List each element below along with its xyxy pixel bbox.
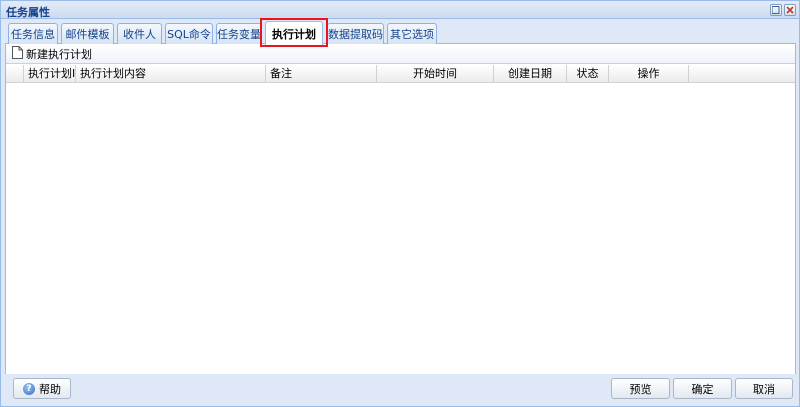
help-button[interactable]: ? 帮助 — [13, 378, 71, 399]
column-created-date[interactable]: 创建日期 — [494, 65, 567, 83]
dialog-footer: ? 帮助 预览 确定 取消 — [5, 374, 796, 404]
tab-data-extract-code[interactable]: 数据提取码 — [327, 23, 384, 44]
column-plan-content[interactable]: 执行计划内容 — [76, 65, 266, 83]
new-plan-button[interactable]: 新建执行计划 — [12, 46, 92, 62]
column-plan-id[interactable]: 执行计划ID — [24, 65, 76, 83]
row-number-column — [6, 65, 24, 83]
tab-task-variables[interactable]: 任务变量 — [216, 23, 262, 44]
tab-recipients[interactable]: 收件人 — [117, 23, 162, 44]
tab-sql-command[interactable]: SQL命令 — [165, 23, 213, 44]
tab-mail-template[interactable]: 邮件模板 — [61, 23, 114, 44]
grid-body — [6, 84, 795, 374]
tab-other-options[interactable]: 其它选项 — [387, 23, 437, 44]
column-actions[interactable]: 操作 — [609, 65, 689, 83]
grid-header: 执行计划ID 执行计划内容 备注 开始时间 创建日期 状态 操作 — [6, 65, 795, 83]
window-titlebar[interactable]: 任务属性 — [1, 1, 799, 19]
help-icon: ? — [23, 382, 35, 395]
execution-plan-panel: 新建执行计划 执行计划ID 执行计划内容 备注 开始时间 创建日期 状态 操作 — [5, 44, 796, 374]
task-properties-window: 任务属性 任务信息 邮件模板 收件人 SQL命令 任务变量 执行计划 数据提取码… — [0, 0, 800, 407]
column-status[interactable]: 状态 — [567, 65, 609, 83]
ok-button[interactable]: 确定 — [673, 378, 732, 399]
tab-strip: 任务信息 邮件模板 收件人 SQL命令 任务变量 执行计划 数据提取码 其它选项 — [5, 20, 796, 45]
new-document-icon — [12, 46, 23, 62]
minimize-icon[interactable] — [770, 4, 782, 16]
panel-toolbar: 新建执行计划 — [6, 44, 795, 64]
cancel-button[interactable]: 取消 — [735, 378, 793, 399]
tab-task-info[interactable]: 任务信息 — [8, 23, 58, 44]
new-plan-label: 新建执行计划 — [26, 48, 92, 61]
window-title: 任务属性 — [6, 6, 50, 19]
tab-execution-plan[interactable]: 执行计划 — [265, 21, 323, 45]
column-remarks[interactable]: 备注 — [266, 65, 377, 83]
close-icon[interactable] — [784, 4, 796, 16]
column-start-time[interactable]: 开始时间 — [377, 65, 494, 83]
preview-button[interactable]: 预览 — [611, 378, 670, 399]
